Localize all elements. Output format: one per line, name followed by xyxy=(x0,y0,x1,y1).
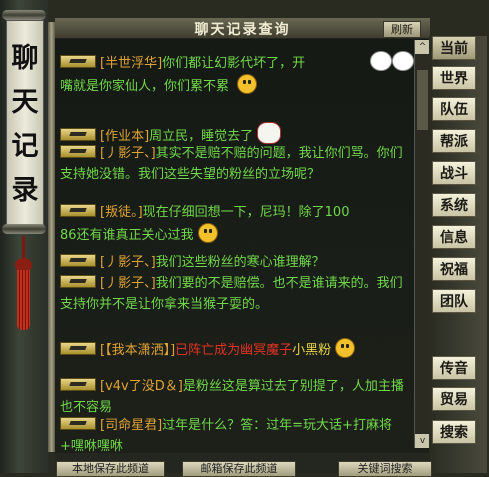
menu-item-4[interactable]: 帮派 xyxy=(432,129,476,153)
menu-item-1[interactable]: 当前 xyxy=(432,36,476,60)
emote-face-icon xyxy=(370,51,414,71)
message-text-cont: 86还有谁真正关心过我 xyxy=(60,228,194,243)
channel-icon xyxy=(60,55,96,68)
refresh-button[interactable]: 刷新 xyxy=(383,21,421,38)
message-text-cont: 嘴就是你家仙人，你们累不累 xyxy=(60,79,230,94)
keyword-search-button[interactable]: 关键词搜索 xyxy=(338,461,432,477)
sender-name[interactable]: [半世浮华] xyxy=(100,56,162,71)
sender-name[interactable]: [叛徒。] xyxy=(100,205,143,220)
chat-message: [v4v了没D＆]是粉丝这是算过去了别提了，人加主播也不容易 xyxy=(60,376,414,418)
sender-name[interactable]: [丿影子、] xyxy=(100,146,156,161)
rabbit-emote-icon xyxy=(257,122,282,144)
channel-icon xyxy=(60,145,96,158)
channel-icon xyxy=(60,342,96,355)
channel-icon xyxy=(60,254,96,267)
scroll-up-arrow[interactable]: ^ xyxy=(415,40,430,54)
save-local-button[interactable]: 本地保存此频道 xyxy=(56,461,165,477)
message-text: 我们这些粉丝的寒心谁理解？ xyxy=(155,255,325,270)
sender-name[interactable]: [司命星君] xyxy=(100,418,162,433)
chat-message: [丿影子、]我们要的不是赔偿。也不是谁请来的。我们支持你并不是让你拿来当猴子耍的… xyxy=(60,273,414,315)
menu-item-5[interactable]: 战斗 xyxy=(432,161,476,185)
menu-item-9[interactable]: 团队 xyxy=(432,289,476,313)
scrollbar[interactable]: ^ v xyxy=(414,40,430,448)
scroll-paper: 聊天记录 xyxy=(6,20,44,227)
channel-icon xyxy=(60,204,96,217)
scroll-roll-top xyxy=(2,10,46,20)
menu-item-7[interactable]: 信息 xyxy=(432,225,476,249)
chat-message: [叛徒。]现在仔细回想一下，尼玛！除了100 86还有谁真正关心过我 xyxy=(60,202,414,246)
banner-title: 聊天记录 xyxy=(11,43,39,206)
title-bar[interactable]: 聊天记录查询 xyxy=(55,18,430,39)
channel-icon xyxy=(60,378,96,391)
chat-message: [【我本潇洒】]已阵亡成为幽冥魔子小黑粉 xyxy=(60,338,414,361)
save-email-button[interactable]: 邮箱保存此频道 xyxy=(182,461,296,477)
message-text: 周立民，睡觉去了 xyxy=(149,129,254,144)
menu-item-11[interactable]: 贸易 xyxy=(432,387,476,411)
menu-item-10[interactable]: 传音 xyxy=(432,356,476,380)
channel-icon xyxy=(60,275,96,288)
menu-item-3[interactable]: 队伍 xyxy=(432,97,476,121)
tassel-icon xyxy=(17,270,30,330)
chat-message: [丿影子、]我们这些粉丝的寒心谁理解？ xyxy=(60,252,414,273)
emote-icon xyxy=(335,338,356,358)
chat-message: [半世浮华]你们都让幻影代坏了，开 嘴就是你家仙人，你们累不累 xyxy=(60,51,414,97)
message-tail: 小黑粉 xyxy=(292,343,332,358)
emote-icon xyxy=(237,74,258,94)
menu-item-6[interactable]: 系统 xyxy=(432,193,476,217)
channel-icon xyxy=(60,128,96,141)
channel-icon xyxy=(60,417,96,430)
sender-name[interactable]: [丿影子、] xyxy=(100,255,156,270)
menu-item-12[interactable]: 搜索 xyxy=(432,420,476,444)
scroll-thumb[interactable] xyxy=(417,70,428,130)
sender-name[interactable]: [v4v了没D＆] xyxy=(100,379,183,394)
sender-name[interactable]: [丿影子、] xyxy=(100,276,156,291)
emote-icon xyxy=(197,223,218,243)
menu-item-2[interactable]: 世界 xyxy=(432,66,476,90)
frame-left xyxy=(48,22,55,452)
sender-name[interactable]: [【我本潇洒】] xyxy=(100,343,175,358)
message-text: 你们都让幻影代坏了，开 xyxy=(162,56,306,71)
menu-item-8[interactable]: 祝福 xyxy=(432,257,476,281)
chat-message: [丿影子、]其实不是赔不赔的问题，我让你们骂。你们支持她没错。我们这些失望的粉丝… xyxy=(60,143,414,185)
side-banner: 聊天记录 xyxy=(0,0,48,473)
chat-message: [司命星君]过年是什么？答：过年=玩大话+打麻将+嘿咻嘿咻 xyxy=(60,415,414,457)
message-text: 现在仔细回想一下，尼玛！除了100 xyxy=(142,205,350,220)
scroll-roll-bottom xyxy=(2,224,46,234)
scroll-down-arrow[interactable]: v xyxy=(415,434,430,448)
message-highlight: 已阵亡成为幽冥魔子 xyxy=(175,343,293,358)
sender-name[interactable]: [作业本] xyxy=(100,129,149,144)
window-title: 聊天记录查询 xyxy=(194,22,291,38)
